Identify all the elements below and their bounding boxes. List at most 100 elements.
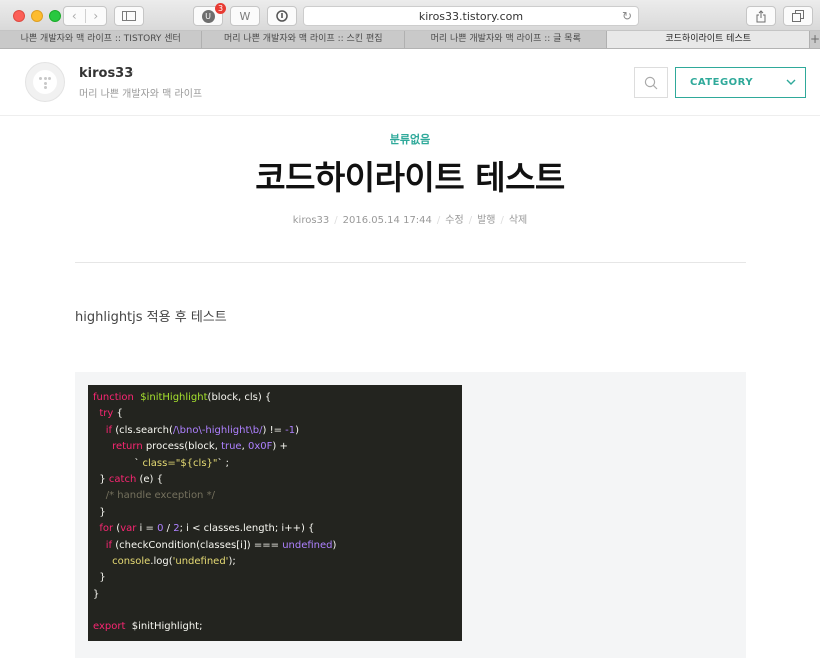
- code-token: ` ;: [217, 457, 230, 469]
- code-line: } catch (e) {: [93, 472, 457, 488]
- code-token: 0x0F: [247, 441, 273, 453]
- header-divider: [75, 262, 746, 263]
- back-icon[interactable]: ‹: [64, 9, 86, 23]
- code-token: /\bno\-highlight\b/: [172, 424, 263, 436]
- post-title: 코드하이라이트 테스트: [255, 158, 565, 197]
- blog-avatar[interactable]: [25, 62, 65, 102]
- code-token: ): [295, 424, 300, 436]
- code-token: }: [93, 572, 106, 584]
- code-token: (cls.search(: [112, 424, 173, 436]
- code-token: /* handle exception */: [105, 490, 215, 502]
- code-token: }: [93, 473, 109, 485]
- url-text: kiros33.tistory.com: [418, 10, 524, 23]
- code-token: export: [93, 621, 126, 633]
- code-token: return: [112, 441, 143, 453]
- category-dropdown[interactable]: CATEGORY: [675, 67, 806, 98]
- code-line: }: [93, 570, 457, 586]
- tab-tistory-center[interactable]: 나쁜 개발자와 맥 라이프 :: TISTORY 센터: [0, 31, 203, 48]
- code-line: for (var i = 0 / 2; i < classes.length; …: [93, 521, 457, 537]
- code-token: var: [120, 523, 137, 535]
- code-token: try: [99, 408, 114, 420]
- extension-badge: 3: [215, 3, 226, 14]
- code-line: return process(block, true, 0x0F) +: [93, 439, 457, 455]
- tab-skin-edit[interactable]: 머리 나쁜 개발자와 맥 라이프 :: 스킨 편집: [202, 31, 405, 48]
- code-token: -1: [285, 424, 296, 436]
- code-token: }: [93, 588, 100, 600]
- delete-link[interactable]: 삭제: [509, 215, 527, 226]
- extension-w-button[interactable]: W: [230, 6, 260, 26]
- zoom-window-button[interactable]: [49, 10, 61, 22]
- publish-link[interactable]: 발행: [477, 215, 495, 226]
- code-token: i =: [136, 523, 158, 535]
- forward-icon[interactable]: ›: [86, 9, 107, 23]
- code-token: (checkCondition(classes[i]) ===: [112, 539, 283, 551]
- blog-header: kiros33 ⌵ 머리 나쁜 개발자와 맥 라이프 CATEGORY: [0, 49, 820, 116]
- tab-bar: 나쁜 개발자와 맥 라이프 :: TISTORY 센터 머리 나쁜 개발자와 맥…: [0, 31, 820, 49]
- post-category[interactable]: 분류없음: [0, 131, 820, 147]
- tab-post-list[interactable]: 머리 나쁜 개발자와 맥 라이프 :: 글 목록: [405, 31, 608, 48]
- edit-link[interactable]: 수정: [445, 215, 463, 226]
- extension-w-icon: W: [239, 9, 251, 23]
- minimize-window-button[interactable]: [31, 10, 43, 22]
- chevron-down-icon[interactable]: ⌵: [126, 67, 134, 78]
- code-token: function: [93, 392, 134, 403]
- code-token: 'undefined': [172, 555, 229, 567]
- close-window-button[interactable]: [13, 10, 25, 22]
- tabs-overview-icon: [792, 10, 804, 22]
- code-token: process(block,: [142, 441, 222, 453]
- blog-description: 머리 나쁜 개발자와 맥 라이프: [79, 89, 203, 100]
- address-bar[interactable]: kiros33.tistory.com ↻: [303, 6, 639, 26]
- code-line: console.log('undefined');: [93, 554, 457, 570]
- code-block: function $initHighlight(block, cls) { tr…: [88, 385, 462, 641]
- code-line: try {: [93, 406, 457, 422]
- code-token: class="${cls}": [142, 457, 218, 469]
- post-body-text: highlightjs 적용 후 테스트: [75, 310, 227, 325]
- search-button[interactable]: [634, 67, 668, 98]
- extension-u-icon: U: [201, 9, 215, 23]
- code-token: ; i < classes.length; i++) {: [179, 523, 315, 535]
- chevron-down-icon: [786, 79, 796, 85]
- code-token: ) +: [272, 441, 288, 453]
- sidebar-toggle-button[interactable]: [114, 6, 144, 26]
- new-tab-button[interactable]: +: [810, 31, 820, 48]
- back-forward-group: ‹ ›: [63, 6, 107, 26]
- extension-info-button[interactable]: [267, 6, 297, 26]
- code-token: (block, cls) {: [207, 392, 272, 403]
- code-line: }: [93, 505, 457, 521]
- code-token: catch: [108, 473, 137, 485]
- show-tabs-button[interactable]: [783, 6, 813, 26]
- code-line: ` class="${cls}"` ;: [93, 456, 457, 472]
- share-icon: [756, 9, 766, 22]
- post-datetime: 2016.05.14 17:44: [342, 215, 432, 226]
- category-label: CATEGORY: [690, 77, 754, 88]
- tab-code-highlight-test[interactable]: 코드하이라이트 테스트: [607, 31, 810, 48]
- code-token: $initHighlight;: [125, 621, 203, 633]
- post-meta: kiros33/2016.05.14 17:44/수정 / 발행 / 삭제: [292, 215, 528, 226]
- code-token: ): [332, 539, 337, 551]
- code-line: /* handle exception */: [93, 488, 457, 504]
- code-line: function $initHighlight(block, cls) {: [93, 390, 457, 406]
- post-author[interactable]: kiros33: [293, 215, 330, 226]
- code-token: .log(: [150, 555, 173, 567]
- code-line: if (checkCondition(classes[i]) === undef…: [93, 538, 457, 554]
- code-line: if (cls.search(/\bno\-highlight\b/) != -…: [93, 423, 457, 439]
- code-token: true: [221, 441, 242, 453]
- code-line: export $initHighlight;: [93, 619, 457, 635]
- code-token: for: [99, 523, 114, 535]
- code-token: );: [228, 555, 236, 567]
- browser-toolbar: ‹ › U 3 W kiros33.tistory.com ↻: [0, 0, 820, 31]
- code-token: $initHighlight: [140, 392, 208, 403]
- reload-icon[interactable]: ↻: [622, 9, 632, 23]
- code-token: /: [163, 523, 174, 535]
- tistory-logo-icon: [33, 70, 57, 94]
- info-icon: [276, 10, 288, 22]
- code-token: (e) {: [136, 473, 163, 485]
- code-line: }: [93, 587, 457, 603]
- sidebar-icon: [122, 11, 136, 21]
- share-button[interactable]: [746, 6, 776, 26]
